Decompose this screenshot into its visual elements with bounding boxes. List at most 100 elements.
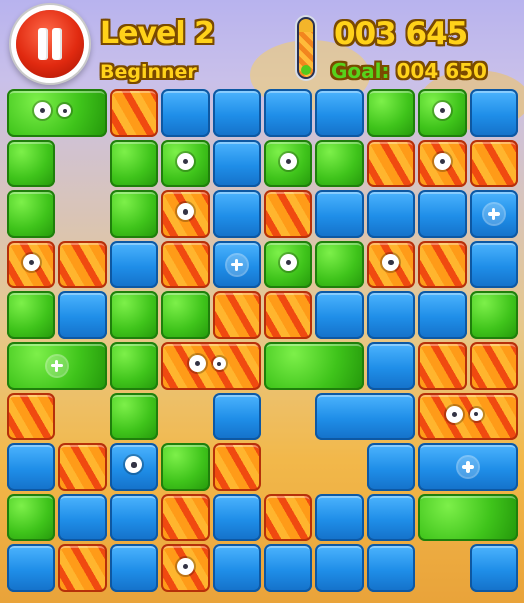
orange-block[interactable]	[418, 392, 518, 441]
blue-block[interactable]	[161, 89, 210, 137]
blue-block[interactable]	[315, 291, 364, 339]
green-block[interactable]	[161, 443, 210, 491]
green-block[interactable]	[7, 291, 56, 339]
blue-block[interactable]	[264, 89, 313, 137]
green-block[interactable]	[7, 89, 107, 137]
orange-block[interactable]	[161, 493, 210, 542]
blue-block[interactable]	[212, 139, 261, 188]
pause-button[interactable]	[16, 10, 84, 78]
plus-icon	[458, 456, 479, 477]
blue-block[interactable]	[212, 89, 261, 137]
blue-block[interactable]	[7, 443, 56, 491]
blue-block[interactable]	[366, 443, 416, 491]
green-block[interactable]	[109, 342, 159, 390]
eye-icon	[212, 357, 226, 371]
orange-block[interactable]	[161, 240, 210, 289]
orange-block[interactable]	[366, 240, 416, 289]
green-block[interactable]	[469, 291, 518, 339]
blue-block[interactable]	[469, 190, 518, 238]
green-block[interactable]	[366, 89, 416, 137]
orange-block[interactable]	[58, 443, 107, 491]
level-label: Level 2	[100, 16, 215, 51]
green-block[interactable]	[7, 139, 56, 188]
green-block[interactable]	[418, 89, 467, 137]
green-block[interactable]	[264, 139, 313, 188]
orange-block[interactable]	[109, 89, 159, 137]
orange-block[interactable]	[161, 544, 210, 592]
orange-block[interactable]	[418, 240, 467, 289]
green-block[interactable]	[109, 139, 159, 188]
orange-block[interactable]	[469, 139, 518, 188]
green-block[interactable]	[161, 139, 210, 188]
green-block[interactable]	[109, 291, 159, 339]
blue-block[interactable]	[469, 89, 518, 137]
eye-icon	[469, 407, 483, 421]
blue-block[interactable]	[418, 291, 467, 339]
plus-icon	[483, 203, 504, 224]
blue-block[interactable]	[366, 342, 416, 390]
orange-block[interactable]	[366, 139, 416, 188]
blue-block[interactable]	[264, 544, 313, 592]
pause-icon	[38, 28, 48, 60]
orange-block[interactable]	[418, 139, 467, 188]
score-progress-meter	[299, 19, 313, 77]
green-block[interactable]	[315, 139, 364, 188]
orange-block[interactable]	[264, 190, 313, 238]
blue-block[interactable]	[109, 493, 159, 542]
blue-block[interactable]	[212, 493, 261, 542]
orange-block[interactable]	[469, 342, 518, 390]
green-block[interactable]	[109, 190, 159, 238]
orange-block[interactable]	[264, 493, 313, 542]
blue-block[interactable]	[315, 89, 364, 137]
blue-block[interactable]	[418, 443, 518, 491]
orange-block[interactable]	[161, 190, 210, 238]
blue-block[interactable]	[58, 493, 107, 542]
blue-block[interactable]	[212, 190, 261, 238]
blue-block[interactable]	[366, 291, 416, 339]
blue-block[interactable]	[315, 544, 364, 592]
orange-block[interactable]	[161, 342, 261, 390]
blue-block[interactable]	[366, 190, 416, 238]
blue-block[interactable]	[109, 544, 159, 592]
goal-value: 004 650	[396, 59, 487, 83]
green-block[interactable]	[315, 240, 364, 289]
green-block[interactable]	[264, 342, 364, 390]
green-block[interactable]	[418, 493, 518, 542]
orange-block[interactable]	[58, 544, 107, 592]
difficulty-label: Beginner	[100, 61, 197, 83]
orange-block[interactable]	[212, 291, 261, 339]
blue-block[interactable]	[366, 493, 416, 542]
orange-block[interactable]	[418, 342, 467, 390]
blue-block[interactable]	[469, 544, 518, 592]
orange-block[interactable]	[264, 291, 313, 339]
blue-block[interactable]	[58, 291, 107, 339]
green-block[interactable]	[7, 493, 56, 542]
eye-icon	[382, 254, 400, 272]
blue-block[interactable]	[212, 392, 261, 441]
blue-block[interactable]	[7, 544, 56, 592]
green-block[interactable]	[161, 291, 210, 339]
eye-icon	[125, 456, 143, 474]
blue-block[interactable]	[418, 190, 467, 238]
plus-icon	[226, 254, 247, 275]
blue-block[interactable]	[469, 240, 518, 289]
blue-block[interactable]	[109, 443, 159, 491]
blue-block[interactable]	[212, 544, 261, 592]
blue-block[interactable]	[315, 190, 364, 238]
orange-block[interactable]	[58, 240, 107, 289]
blue-block[interactable]	[315, 392, 416, 441]
pause-icon	[52, 28, 62, 60]
eye-icon	[176, 152, 194, 170]
orange-block[interactable]	[212, 443, 261, 491]
orange-block[interactable]	[7, 392, 56, 441]
blue-block[interactable]	[109, 240, 159, 289]
blue-block[interactable]	[366, 544, 416, 592]
green-block[interactable]	[7, 190, 56, 238]
orange-block[interactable]	[7, 240, 56, 289]
blue-block[interactable]	[212, 240, 261, 289]
blue-block[interactable]	[315, 493, 364, 542]
green-block[interactable]	[109, 392, 159, 441]
eye-icon	[58, 104, 72, 118]
green-block[interactable]	[264, 240, 313, 289]
green-block[interactable]	[7, 342, 107, 390]
